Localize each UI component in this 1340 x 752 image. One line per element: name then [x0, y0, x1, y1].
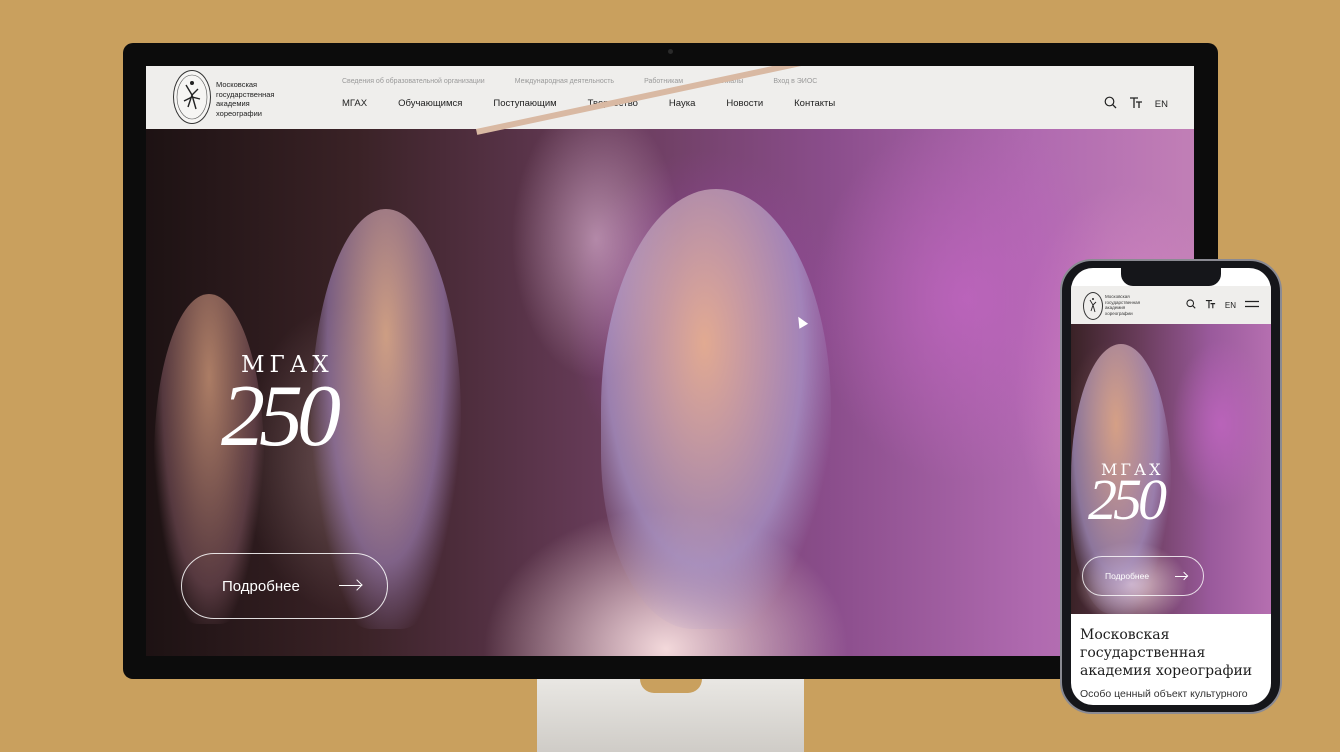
language-switch[interactable]: EN	[1225, 301, 1236, 310]
page-background: Московская государственная академия хоре…	[0, 0, 1340, 752]
mobile-header-tools: EN	[1186, 299, 1259, 311]
logo-text[interactable]: Московская государственная академия хоре…	[1105, 294, 1141, 316]
more-button[interactable]: Подробнее	[181, 553, 388, 619]
subnav-item[interactable]: Международная деятельность	[515, 78, 614, 85]
language-switch[interactable]: EN	[1155, 99, 1168, 110]
menu-icon[interactable]	[1245, 300, 1259, 310]
logo-emblem[interactable]	[173, 70, 211, 124]
more-button[interactable]: Подробнее	[1082, 556, 1204, 596]
nav-item-mgah[interactable]: МГАХ	[342, 98, 367, 109]
text-size-icon[interactable]	[1129, 96, 1143, 112]
dancer-figure	[601, 189, 831, 629]
logo-text[interactable]: Московская государственная академия хоре…	[216, 80, 296, 118]
subnav-item[interactable]: Вход в ЭИОС	[773, 78, 817, 85]
mobile-heading: Московская государственная академия хоре…	[1080, 627, 1253, 679]
hero-anniversary-number: 250	[1088, 467, 1167, 532]
subnav-item[interactable]: Сведения об образовательной организации	[342, 78, 485, 85]
desktop-screen: Московская государственная академия хоре…	[146, 66, 1194, 656]
camera-dot	[668, 49, 673, 54]
subnav-item[interactable]: Работникам	[644, 78, 683, 85]
secondary-nav: Сведения об образовательной организации …	[342, 78, 817, 85]
header-tools: EN	[1104, 96, 1168, 112]
nav-item-news[interactable]: Новости	[726, 98, 763, 109]
logo-emblem[interactable]	[1083, 292, 1103, 320]
arrow-right-icon	[339, 585, 361, 586]
phone-notch	[1121, 268, 1221, 286]
mobile-hero-image: МГАХ 250 Подробнее	[1071, 324, 1271, 614]
stand-notch	[640, 679, 702, 693]
arrow-right-icon	[1175, 576, 1187, 577]
header: Московская государственная академия хоре…	[146, 66, 1194, 129]
nav-item-contacts[interactable]: Контакты	[794, 98, 835, 109]
search-icon[interactable]	[1186, 299, 1196, 311]
nav-item-students[interactable]: Обучающимся	[398, 98, 462, 109]
mobile-screen: Московская государственная академия хоре…	[1071, 268, 1271, 705]
mobile-subtext: Особо ценный объект культурного	[1080, 688, 1248, 700]
nav-item-science[interactable]: Наука	[669, 98, 695, 109]
text-size-icon[interactable]	[1205, 299, 1216, 311]
nav-item-applicants[interactable]: Поступающим	[493, 98, 556, 109]
more-button-label: Подробнее	[1105, 571, 1150, 581]
hero-anniversary-number: 250	[221, 368, 341, 465]
mobile-header: Московская государственная академия хоре…	[1071, 286, 1271, 324]
search-icon[interactable]	[1104, 96, 1117, 112]
more-button-label: Подробнее	[222, 577, 300, 595]
